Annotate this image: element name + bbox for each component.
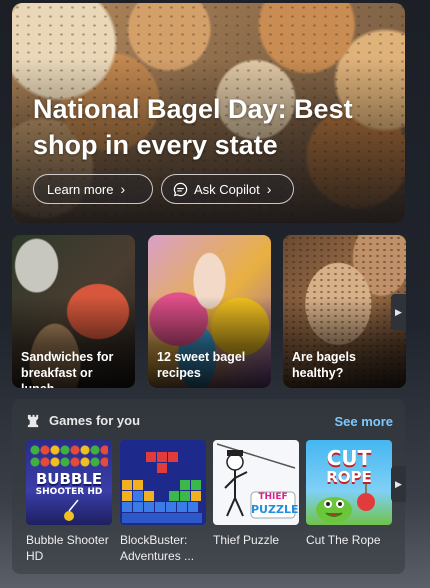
scroll-right-button[interactable]: ▶ — [391, 466, 406, 502]
triangle-right-icon: ▶ — [395, 306, 402, 317]
blocks-graphic — [122, 452, 202, 523]
game-name[interactable]: Cut The Rope — [306, 532, 396, 548]
game-name[interactable]: Bubble Shooter HD — [26, 532, 116, 564]
chess-rook-icon — [27, 414, 39, 428]
article-card[interactable]: Sandwiches for breakfast or lunch — [12, 235, 135, 388]
article-card[interactable]: 12 sweet bagel recipes — [148, 235, 271, 388]
article-caption: Sandwiches for breakfast or lunch — [21, 350, 114, 388]
shooter-icon — [64, 499, 79, 521]
om-nom-graphic — [316, 484, 375, 523]
learn-more-label: Learn more — [47, 181, 114, 197]
game-tile-cut-the-rope[interactable]: CUT ROPE — [306, 440, 392, 525]
game-tile-bubble-shooter[interactable]: BUBBLE SHOOTER HD — [26, 440, 112, 525]
ask-copilot-label: Ask Copilot — [194, 181, 260, 197]
learn-more-button[interactable]: Learn more › — [33, 174, 153, 204]
game-tile-thief-puzzle[interactable]: THIEF PUZZLE — [213, 440, 299, 525]
article-caption: Are bagels healthy? — [292, 350, 356, 380]
games-header: Games for you — [26, 413, 140, 428]
hero-title[interactable]: National Bagel Day: Best shop in every s… — [33, 91, 383, 163]
hero-card[interactable]: National Bagel Day: Best shop in every s… — [12, 3, 405, 223]
chevron-right-icon: › — [120, 181, 126, 197]
game-name[interactable]: BlockBuster: Adventures ... — [120, 532, 210, 564]
game-tile-blockbuster[interactable] — [120, 440, 206, 525]
chevron-right-icon: › — [266, 181, 272, 197]
chat-bubble-icon — [173, 182, 188, 196]
triangle-right-icon: ▶ — [395, 478, 402, 489]
article-card[interactable]: Are bagels healthy? — [283, 235, 406, 388]
article-caption: 12 sweet bagel recipes — [157, 350, 246, 380]
scroll-right-button[interactable]: ▶ — [391, 294, 406, 330]
games-section: Games for you See more BUBBLE SHOOTER HD — [12, 399, 405, 574]
game-name[interactable]: Thief Puzzle — [213, 532, 303, 548]
ask-copilot-button[interactable]: Ask Copilot › — [161, 174, 294, 204]
games-title: Games for you — [49, 413, 141, 428]
bubbles-graphic — [30, 444, 108, 468]
see-more-link[interactable]: See more — [334, 414, 393, 429]
